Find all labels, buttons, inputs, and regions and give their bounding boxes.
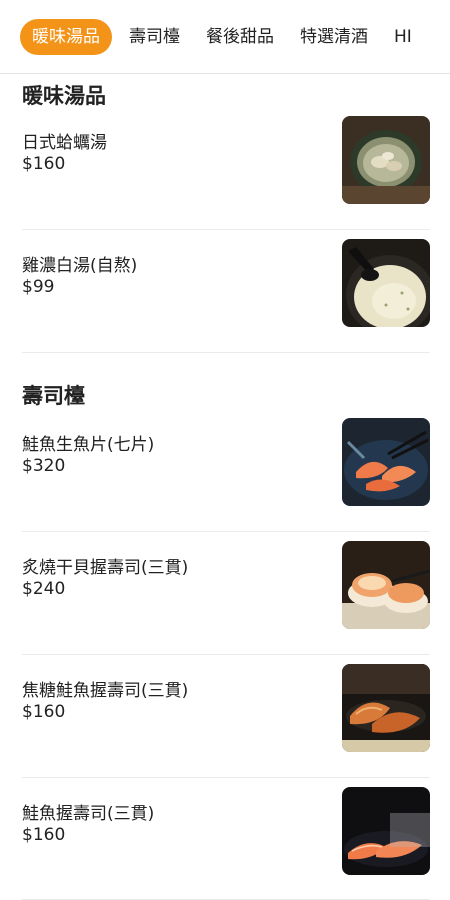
salmon-sashimi-image — [342, 418, 430, 506]
menu-item-price: $99 — [22, 277, 55, 297]
salmon-nigiri-image — [342, 787, 430, 875]
menu-item[interactable]: 炙燒干貝握壽司(三貫) $240 — [22, 541, 430, 675]
menu-item[interactable]: 鮭魚握壽司(三貫) $160 — [22, 787, 430, 900]
section-title-warm-soup: 暖味湯品 — [22, 84, 106, 108]
caramel-salmon-nigiri-image — [342, 664, 430, 752]
menu-item-name: 雞濃白湯(自熬) — [22, 256, 138, 276]
menu-item[interactable]: 雞濃白湯(自熬) $99 — [22, 239, 430, 373]
tab-sushi-counter[interactable]: 壽司檯 — [120, 19, 189, 55]
tab-hi[interactable]: HI — [385, 19, 421, 55]
divider — [22, 654, 430, 655]
menu-item-name: 日式蛤蠣湯 — [22, 133, 107, 153]
menu-item-name: 焦糖鮭魚握壽司(三貫) — [22, 681, 189, 701]
menu-item-name: 鮭魚握壽司(三貫) — [22, 804, 155, 824]
menu-item[interactable]: 鮭魚生魚片(七片) $320 — [22, 418, 430, 552]
divider — [22, 777, 430, 778]
menu-item-price: $240 — [22, 579, 66, 599]
tab-sake[interactable]: 特選清酒 — [291, 19, 377, 55]
menu-item-price: $320 — [22, 456, 66, 476]
menu-item-name: 鮭魚生魚片(七片) — [22, 435, 155, 455]
tab-dessert[interactable]: 餐後甜品 — [197, 19, 283, 55]
menu-item-price: $160 — [22, 702, 66, 722]
divider — [22, 229, 430, 230]
clam-soup-image — [342, 116, 430, 204]
tab-warm-soup[interactable]: 暖味湯品 — [20, 18, 112, 55]
chicken-broth-image — [342, 239, 430, 327]
section-title-sushi-counter: 壽司檯 — [22, 384, 85, 408]
divider — [22, 531, 430, 532]
divider — [22, 352, 430, 353]
menu-item[interactable]: 日式蛤蠣湯 $160 — [22, 116, 430, 250]
scallop-nigiri-image — [342, 541, 430, 629]
menu-item-price: $160 — [22, 825, 66, 845]
menu-item-name: 炙燒干貝握壽司(三貫) — [22, 558, 189, 578]
menu-item-price: $160 — [22, 154, 66, 174]
menu-item[interactable]: 焦糖鮭魚握壽司(三貫) $160 — [22, 664, 430, 798]
category-tab-bar: 暖味湯品 壽司檯 餐後甜品 特選清酒 HI — [0, 0, 450, 74]
